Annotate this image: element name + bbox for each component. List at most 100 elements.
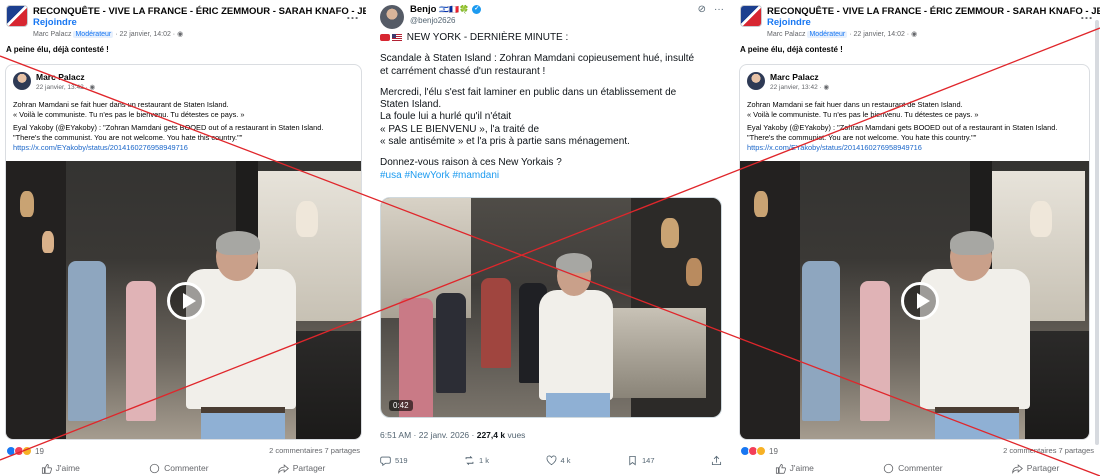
tweet-timestamp[interactable]: 6:51 AM · 22 janv. 2026 · <box>380 430 474 440</box>
vase-decor <box>1030 201 1052 237</box>
man-jeans <box>935 413 1019 439</box>
join-group-link[interactable]: Rejoindre <box>33 17 77 28</box>
vase-decor <box>42 231 54 253</box>
post-header: RECONQUÊTE - VIVE LA FRANCE - ÉRIC ZEMMO… <box>6 5 366 43</box>
tweet-line: Mercredi, l'élu s'est fait laminer en pu… <box>380 86 677 98</box>
background-person <box>860 281 890 421</box>
shared-post-card[interactable]: Marc Palacz 22 janvier, 13:42 · ◉ Zohran… <box>739 64 1090 440</box>
shared-post-body: Zohran Mamdani se fait huer dans un rest… <box>13 100 355 153</box>
vase-decor <box>686 258 702 286</box>
retweet-button[interactable]: 1 k <box>464 455 489 466</box>
tweet-hashtags[interactable]: #usa #NewYork #mamdani <box>380 170 722 182</box>
group-avatar[interactable] <box>740 5 762 27</box>
source-link[interactable]: https://x.com/EYakoby/status/20141602769… <box>747 143 1083 153</box>
man-shirt <box>920 269 1030 409</box>
thumbs-up-icon <box>775 463 786 474</box>
like-label: J'aime <box>789 463 814 473</box>
tweet-text: NEW YORK - DERNIÈRE MINUTE : Scandale à … <box>380 32 722 182</box>
man-hair <box>216 231 260 255</box>
display-counter <box>1025 331 1089 439</box>
comment-share-counts[interactable]: 2 commentaires 7 partages <box>269 446 360 455</box>
shares-count[interactable]: 7 partages <box>1059 446 1094 455</box>
like-button[interactable]: J'aime <box>775 460 814 476</box>
video-player[interactable] <box>6 161 361 439</box>
scrollbar[interactable] <box>1095 20 1099 445</box>
tweet-author-name[interactable]: Benjo 🇮🇱🇫🇷🍀 ✓ <box>410 4 482 15</box>
vase-decor <box>754 191 768 217</box>
body-line: « Voilà le communiste. Tu n'es pas le bi… <box>747 110 979 119</box>
vase-decor <box>296 201 318 237</box>
like-button[interactable]: 4 k <box>546 455 571 466</box>
more-options-button[interactable]: … <box>1080 7 1094 22</box>
bookmark-icon <box>629 455 636 466</box>
poster-name[interactable]: Marc Palacz <box>33 31 72 38</box>
reply-button[interactable]: 519 <box>380 455 408 466</box>
like-button[interactable]: J'aime <box>41 460 80 476</box>
shares-count[interactable]: 7 partages <box>325 446 360 455</box>
tweet-line: Staten Island. <box>380 99 442 111</box>
shared-post-date[interactable]: 22 janvier, 13:42 · ◉ <box>36 83 95 91</box>
more-options-button[interactable]: … <box>346 7 360 22</box>
video-player[interactable] <box>740 161 1089 439</box>
reaction-count: 19 <box>769 446 778 456</box>
share-button[interactable] <box>711 455 722 466</box>
reply-count: 519 <box>395 456 408 465</box>
bookmark-count: 147 <box>642 456 655 465</box>
author-avatar[interactable] <box>747 72 765 90</box>
shared-author-name[interactable]: Marc Palacz <box>770 72 819 82</box>
share-arrow-icon <box>278 463 289 474</box>
background-person <box>68 261 106 421</box>
man-shirt <box>539 290 613 400</box>
tweet-top-icons: ⊘ ··· <box>698 4 724 15</box>
poster-name[interactable]: Marc Palacz <box>767 31 806 38</box>
group-name[interactable]: RECONQUÊTE - VIVE LA FRANCE - ÉRIC ZEMMO… <box>767 6 1100 17</box>
globe-icon: ◉ <box>911 31 918 38</box>
shared-author-name[interactable]: Marc Palacz <box>36 72 85 82</box>
reply-icon <box>380 456 391 466</box>
share-button[interactable]: Partager <box>1012 460 1060 476</box>
comment-share-counts[interactable]: 2 commentaires 7 partages <box>1003 446 1094 455</box>
like-count: 4 k <box>560 456 571 465</box>
man-shirt <box>186 269 296 409</box>
body-line: « Voilà le communiste. Tu n'es pas le bi… <box>13 110 245 119</box>
share-button[interactable]: Partager <box>278 460 325 476</box>
group-avatar[interactable] <box>6 5 28 27</box>
join-group-link[interactable]: Rejoindre <box>767 17 811 28</box>
comments-count[interactable]: 2 commentaires <box>1003 446 1056 455</box>
grok-icon[interactable]: ⊘ <box>698 4 706 15</box>
post-date[interactable]: · 22 janvier, 14:02 · <box>849 31 909 38</box>
source-link[interactable]: https://x.com/EYakoby/status/20141602769… <box>13 143 355 153</box>
share-label: Partager <box>1026 463 1060 473</box>
shared-post-card[interactable]: Marc Palacz 22 janvier, 13:42 · ◉ Zohran… <box>5 64 362 440</box>
play-icon[interactable] <box>901 282 939 320</box>
tweet-video[interactable]: 0:42 <box>380 197 722 418</box>
tweet-avatar[interactable] <box>380 5 404 29</box>
post-header: RECONQUÊTE - VIVE LA FRANCE - ÉRIC ZEMMO… <box>740 5 1100 43</box>
post-date[interactable]: · 22 janvier, 14:02 · <box>115 31 175 38</box>
reactions-summary[interactable]: 19 <box>740 446 778 456</box>
author-avatar[interactable] <box>13 72 31 90</box>
play-icon[interactable] <box>167 282 205 320</box>
tweet-meta: 6:51 AM · 22 janv. 2026 · 227,4 k vues <box>380 430 525 440</box>
retweet-count: 1 k <box>479 456 490 465</box>
body-line: "There's the communist. You are not welc… <box>747 133 977 142</box>
post-meta: Marc Palacz Modérateur · 22 janvier, 14:… <box>33 30 183 38</box>
moderator-badge: Modérateur <box>807 31 848 38</box>
shared-post-date[interactable]: 22 janvier, 13:42 · ◉ <box>770 83 829 91</box>
tweet-handle[interactable]: @benjo2626 <box>410 16 456 25</box>
more-options-icon[interactable]: ··· <box>714 4 724 15</box>
post-footer: 19 2 commentaires 7 partages J'aime Comm… <box>740 443 1094 476</box>
comment-button[interactable]: Commenter <box>149 460 209 476</box>
thumbs-up-icon <box>41 463 52 474</box>
author-name[interactable]: Benjo <box>410 4 436 15</box>
comments-count[interactable]: 2 commentaires <box>269 446 322 455</box>
tweet-line: et carrément chassé d'un restaurant ! <box>380 65 546 77</box>
reactions-summary[interactable]: 19 <box>6 446 44 456</box>
bookmark-button[interactable]: 147 <box>627 455 655 466</box>
group-name[interactable]: RECONQUÊTE - VIVE LA FRANCE - ÉRIC ZEMMO… <box>33 6 366 17</box>
haha-reaction-icon <box>22 446 32 456</box>
comment-button[interactable]: Commenter <box>883 460 943 476</box>
tweet-action-bar: 519 1 k 4 k 147 <box>380 455 722 466</box>
name-emojis: 🇮🇱🇫🇷🍀 <box>439 5 470 14</box>
background-person <box>802 261 840 421</box>
